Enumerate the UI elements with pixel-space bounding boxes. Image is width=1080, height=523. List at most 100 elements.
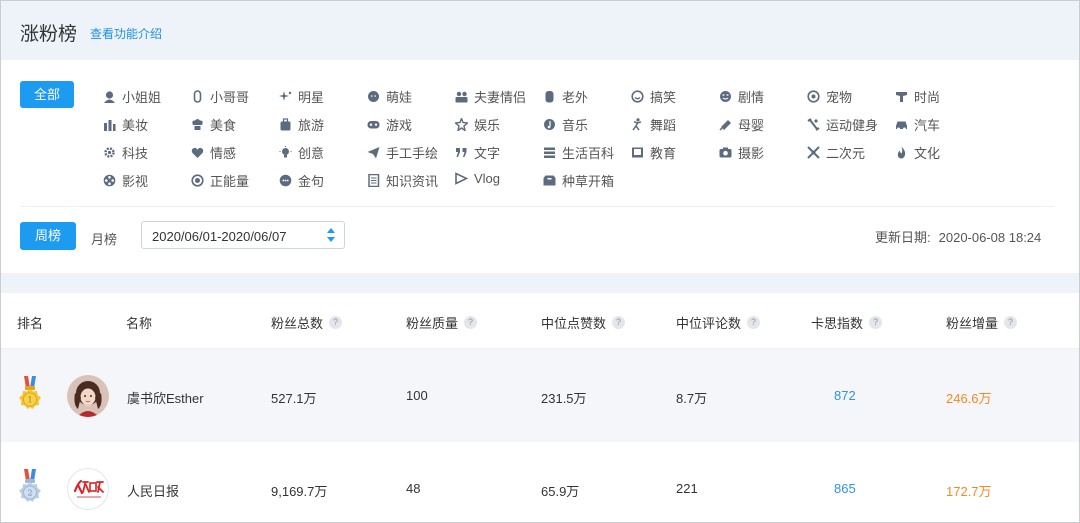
- col-fan-quality: 粉丝质量?: [406, 313, 478, 332]
- fitness-icon: [806, 118, 821, 132]
- girl-icon: [102, 90, 117, 104]
- total-fans-value: 9,169.7万: [271, 484, 328, 499]
- category-item[interactable]: 宠物: [806, 87, 852, 106]
- category-item[interactable]: Vlog: [454, 171, 500, 186]
- col-median-comments-label: 中位评论数: [676, 316, 742, 331]
- category-item[interactable]: 舞蹈: [630, 115, 676, 134]
- category-label: 影视: [122, 174, 149, 189]
- category-item[interactable]: 科技: [102, 143, 148, 162]
- account-name[interactable]: 人民日报: [127, 481, 179, 500]
- monthly-tab-button[interactable]: 月榜: [91, 229, 117, 248]
- category-label: 母婴: [738, 118, 765, 133]
- category-item[interactable]: 影视: [102, 171, 148, 190]
- gamepad-icon: [366, 118, 381, 132]
- category-item[interactable]: 金句: [278, 171, 324, 190]
- car-icon: [894, 118, 909, 132]
- category-item[interactable]: 萌娃: [366, 87, 412, 106]
- help-icon[interactable]: ?: [329, 316, 343, 329]
- median-likes-value: 65.9万: [541, 484, 580, 499]
- table-header: 排名 名称 粉丝总数? 粉丝质量? 中位点赞数? 中位评论数? 卡思指数? 粉丝…: [1, 293, 1079, 349]
- table-row[interactable]: 1 虞书欣Esther 527.1万 100 231.5万 8.7万 872 2…: [1, 349, 1079, 442]
- fan-quality-value: 48: [406, 481, 421, 496]
- category-item[interactable]: 游戏: [366, 115, 412, 134]
- category-item[interactable]: 生活百科: [542, 143, 614, 162]
- chat-bubble-icon: [278, 174, 293, 188]
- category-item[interactable]: 摄影: [718, 143, 764, 162]
- smile-icon: [630, 90, 645, 104]
- book-icon: [630, 146, 645, 160]
- category-label: 金句: [298, 174, 325, 189]
- category-item[interactable]: 时尚: [894, 87, 940, 106]
- date-range-select[interactable]: 2020/06/01-2020/06/07: [141, 221, 345, 249]
- feature-intro-link[interactable]: 查看功能介绍: [90, 25, 162, 42]
- category-item[interactable]: 音乐: [542, 115, 588, 134]
- category-label: 文化: [914, 146, 941, 161]
- medal-rank-number: 2: [27, 489, 32, 498]
- help-icon[interactable]: ?: [869, 316, 883, 329]
- col-fan-growth-label: 粉丝增量: [946, 316, 999, 331]
- flame-icon: [894, 146, 909, 160]
- anime-icon: [806, 146, 821, 160]
- category-item[interactable]: 知识资讯: [366, 171, 438, 190]
- category-label: 老外: [562, 90, 589, 105]
- category-item[interactable]: 老外: [542, 87, 588, 106]
- select-updown-icon: [327, 228, 335, 242]
- category-item[interactable]: 汽车: [894, 115, 940, 134]
- category-label: 二次元: [826, 146, 866, 161]
- help-icon[interactable]: ?: [747, 316, 761, 329]
- category-label: Vlog: [474, 171, 501, 186]
- col-total-fans: 粉丝总数?: [271, 313, 343, 332]
- category-label: 游戏: [386, 118, 413, 133]
- date-range-value: 2020/06/01-2020/06/07: [152, 229, 287, 244]
- help-icon[interactable]: ?: [464, 316, 478, 329]
- category-label: 小姐姐: [122, 90, 162, 105]
- category-item[interactable]: 正能量: [190, 171, 249, 190]
- category-item[interactable]: 创意: [278, 143, 324, 162]
- category-item[interactable]: 二次元: [806, 143, 865, 162]
- category-item[interactable]: 小哥哥: [190, 87, 249, 106]
- category-label: 萌娃: [386, 90, 413, 105]
- luggage-icon: [278, 118, 293, 132]
- category-label: 舞蹈: [650, 118, 677, 133]
- filter-divider: [20, 206, 1054, 207]
- category-item[interactable]: 情感: [190, 143, 236, 162]
- category-label: 汽车: [914, 118, 941, 133]
- category-item[interactable]: 手工手绘: [366, 143, 438, 162]
- col-median-comments: 中位评论数?: [676, 313, 761, 332]
- category-label: 小哥哥: [210, 90, 250, 105]
- category-all-button[interactable]: 全部: [20, 81, 74, 108]
- category-item[interactable]: 明星: [278, 87, 324, 106]
- category-item[interactable]: 娱乐: [454, 115, 500, 134]
- category-item[interactable]: 文化: [894, 143, 940, 162]
- category-item[interactable]: 美妆: [102, 115, 148, 134]
- category-label: 种草开箱: [562, 174, 615, 189]
- account-name[interactable]: 虞书欣Esther: [127, 388, 204, 407]
- camera-icon: [718, 146, 733, 160]
- category-item[interactable]: 运动健身: [806, 115, 878, 134]
- category-item[interactable]: 母婴: [718, 115, 764, 134]
- col-median-likes: 中位点赞数?: [541, 313, 626, 332]
- couple-icon: [454, 90, 469, 104]
- category-item[interactable]: 种草开箱: [542, 171, 614, 190]
- category-label: 夫妻情侣: [474, 90, 527, 105]
- col-name-label: 名称: [126, 316, 153, 331]
- category-label: 科技: [122, 146, 149, 161]
- category-item[interactable]: 文字: [454, 143, 500, 162]
- page-header: 涨粉榜 查看功能介绍: [1, 1, 1079, 60]
- help-icon[interactable]: ?: [1004, 316, 1018, 329]
- weekly-tab-button[interactable]: 周榜: [20, 222, 76, 250]
- category-item[interactable]: 剧情: [718, 87, 764, 106]
- category-item[interactable]: 美食: [190, 115, 236, 134]
- category-item[interactable]: 搞笑: [630, 87, 676, 106]
- category-item[interactable]: 旅游: [278, 115, 324, 134]
- category-item[interactable]: 夫妻情侣: [454, 87, 526, 106]
- star-sparkle-icon: [278, 90, 293, 104]
- category-label: 时尚: [914, 90, 941, 105]
- table-row[interactable]: 2 人民日报 9,169.7万 48 65.9万 221 865 172.7万: [1, 442, 1079, 522]
- help-icon[interactable]: ?: [612, 316, 626, 329]
- category-item[interactable]: 教育: [630, 143, 676, 162]
- music-note-icon: [542, 118, 557, 132]
- category-label: 旅游: [298, 118, 325, 133]
- col-total-fans-label: 粉丝总数: [271, 316, 324, 331]
- category-item[interactable]: 小姐姐: [102, 87, 161, 106]
